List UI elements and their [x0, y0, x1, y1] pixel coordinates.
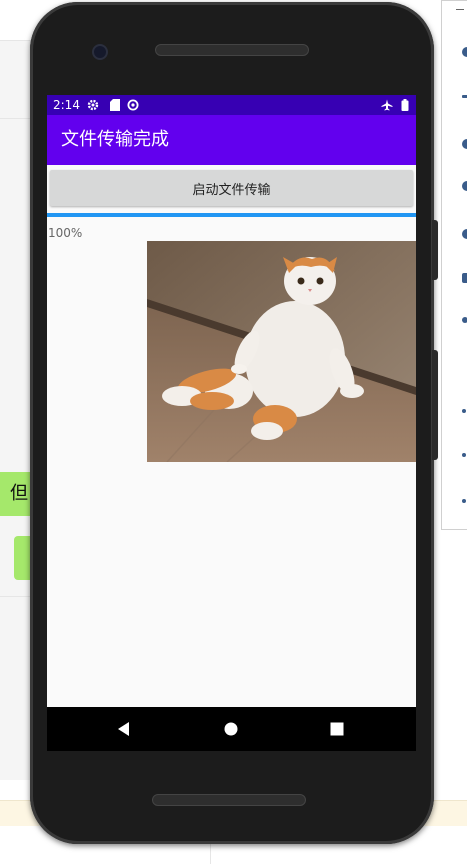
sd-card-icon — [109, 99, 121, 111]
page-title: 文件传输完成 — [61, 129, 169, 150]
app-screen: 2:14 文件传输完成 启动文件传输 100% — [47, 95, 416, 707]
transfer-progress-bar — [47, 213, 416, 217]
volume-button[interactable] — [432, 220, 438, 280]
airplane-icon — [381, 99, 393, 111]
minimize-icon[interactable] — [456, 9, 464, 10]
toolbar-icon[interactable] — [462, 409, 466, 413]
toolbar-icon[interactable] — [462, 95, 467, 98]
background-chat-text: 但 — [10, 483, 28, 504]
status-bar: 2:14 — [47, 95, 416, 115]
progress-fill — [47, 213, 416, 217]
front-camera — [92, 44, 108, 60]
app-bar: 文件传输完成 — [47, 115, 416, 165]
toolbar-icon[interactable] — [462, 139, 467, 149]
toolbar-icon[interactable] — [462, 47, 467, 57]
start-transfer-button[interactable]: 启动文件传输 — [50, 170, 413, 206]
toolbar-icon[interactable] — [462, 317, 467, 323]
home-icon[interactable] — [221, 719, 241, 739]
data-saver-icon — [127, 99, 139, 111]
battery-icon — [399, 99, 411, 111]
toolbar-icon[interactable] — [462, 499, 466, 503]
toolbar-icon[interactable] — [462, 229, 467, 239]
toolbar-icon[interactable] — [462, 181, 467, 191]
bottom-speaker — [152, 794, 306, 806]
earpiece-speaker — [155, 44, 309, 56]
back-icon[interactable] — [113, 719, 133, 739]
recents-icon[interactable] — [327, 719, 347, 739]
power-button[interactable] — [432, 350, 438, 460]
toolbar-icon[interactable] — [462, 453, 466, 457]
toolbar-icon[interactable] — [462, 273, 467, 283]
status-time: 2:14 — [53, 98, 80, 112]
background-right-toolbar — [441, 0, 467, 530]
cat-photo — [147, 241, 416, 462]
navigation-bar — [47, 707, 416, 751]
progress-percent-label: 100% — [48, 226, 83, 240]
gear-icon — [87, 99, 99, 111]
